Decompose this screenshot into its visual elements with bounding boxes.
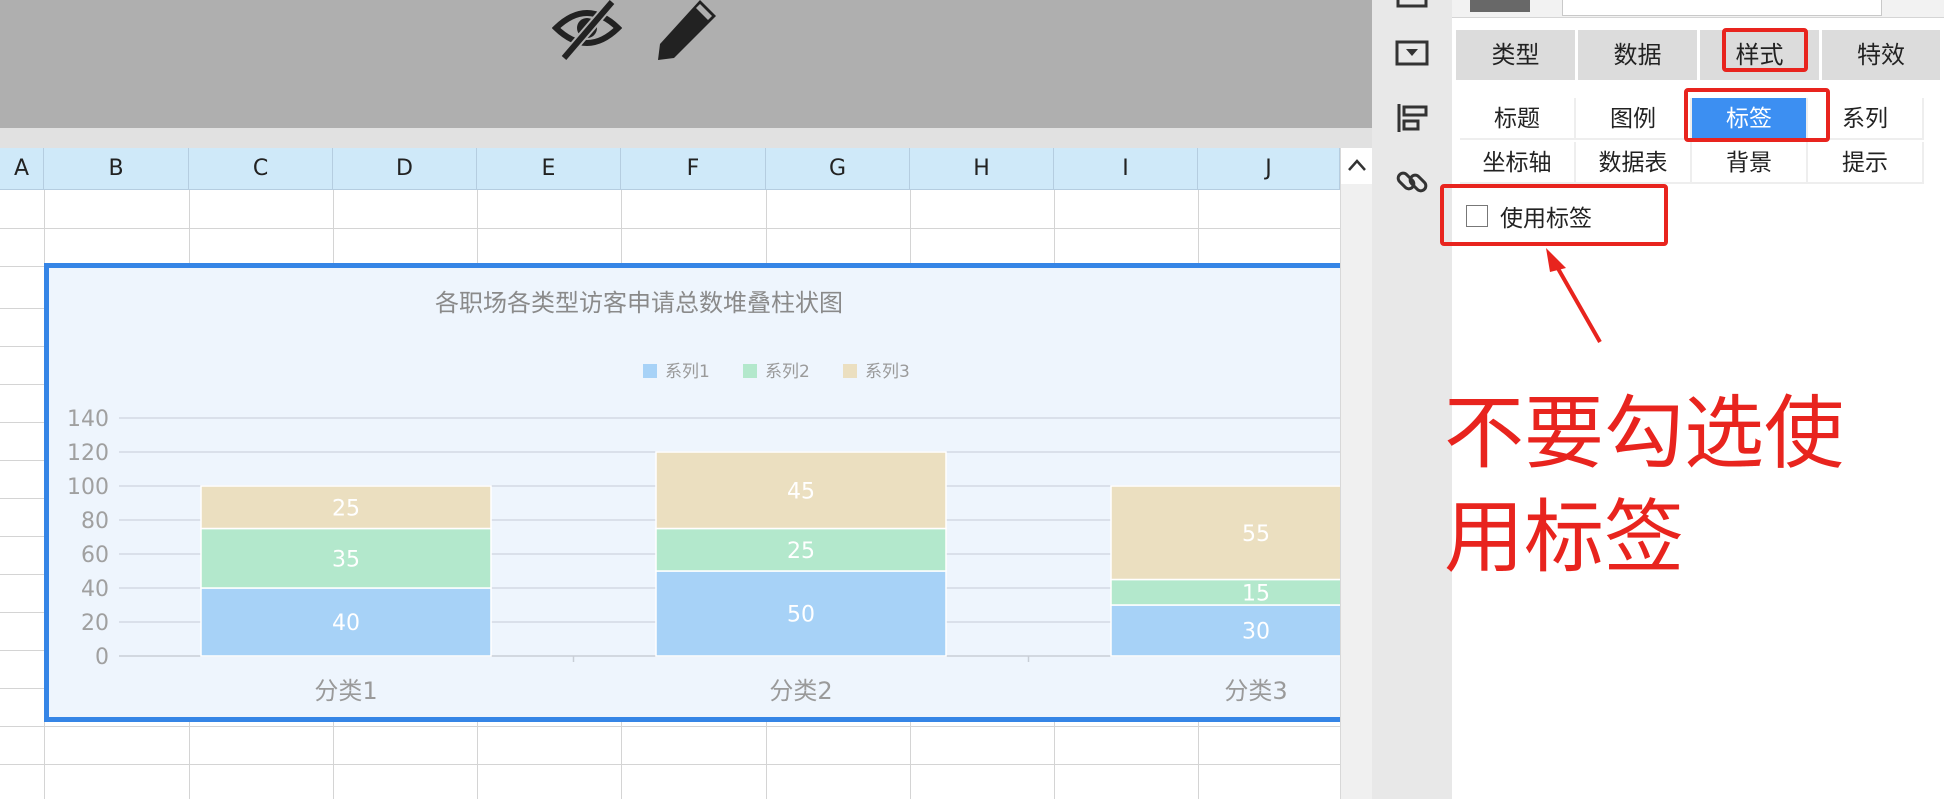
column-header[interactable]: B	[44, 148, 189, 190]
annotation-line: 用标签	[1444, 491, 1684, 584]
column-header[interactable]: I	[1054, 148, 1198, 190]
column-header[interactable]: J	[1198, 148, 1340, 190]
y-tick-label: 20	[81, 611, 109, 636]
stacked-bar-chart[interactable]: 各职场各类型访客申请总数堆叠柱状图系列1 系列2 系列3 0 20 40 60 80 100 12…	[44, 263, 1340, 722]
legend-label: 系列3	[865, 362, 910, 382]
y-tick-label: 80	[81, 509, 109, 534]
y-tick-label: 120	[67, 441, 109, 466]
column-header[interactable]: F	[621, 148, 766, 190]
frame-icon[interactable]	[1394, 0, 1430, 16]
legend-label: 系列1	[665, 362, 710, 382]
column-header[interactable]: A	[0, 148, 44, 190]
bar	[1110, 485, 1340, 581]
data-label: 25	[332, 496, 360, 521]
panel-icon-rail	[1372, 0, 1452, 799]
data-label: 45	[787, 479, 815, 504]
y-tick-label: 140	[67, 407, 109, 432]
x-tick-label: 分类1	[314, 677, 377, 705]
chart-toolbar	[0, 0, 1372, 128]
eye-slash-icon[interactable]	[551, 0, 623, 66]
column-header[interactable]: D	[333, 148, 477, 190]
chevron-up-icon	[1347, 157, 1367, 176]
data-label: 35	[332, 547, 360, 572]
highlight-label-subtab	[1684, 88, 1830, 142]
link-icon[interactable]	[1394, 164, 1430, 200]
data-label: 30	[1242, 620, 1270, 645]
annotation-text: 不要勾选使 用标签	[1444, 382, 1924, 590]
bar	[1110, 604, 1340, 657]
data-label: 40	[332, 611, 360, 636]
data-label: 55	[1242, 522, 1270, 547]
subtab-title[interactable]: 标题	[1460, 98, 1576, 140]
highlight-style-tab	[1722, 28, 1808, 72]
subtab-axis[interactable]: 坐标轴	[1460, 142, 1576, 184]
data-label: 25	[787, 539, 815, 564]
row-divider	[0, 228, 1340, 229]
pencil-icon[interactable]	[656, 0, 718, 66]
subtab-tooltip[interactable]: 提示	[1808, 142, 1924, 184]
legend-swatch	[743, 364, 757, 378]
data-label: 50	[787, 603, 815, 628]
toolbar-divider	[0, 128, 1372, 148]
annotation-line: 不要勾选使	[1444, 387, 1844, 480]
column-header[interactable]: C	[189, 148, 333, 190]
data-label: 15	[1242, 581, 1270, 606]
row-divider	[0, 726, 1340, 727]
app-window: A B C D E F G H I J 各职场各类型访客申请总数堆叠柱状图 系列…	[0, 0, 1944, 799]
bar	[1110, 578, 1340, 606]
layout-icon[interactable]	[1394, 36, 1430, 72]
y-tick-label: 60	[81, 543, 109, 568]
legend-swatch	[643, 364, 657, 378]
x-tick-label: 分类3	[1224, 677, 1287, 705]
align-icon[interactable]	[1394, 100, 1430, 136]
y-tick-label: 40	[81, 577, 109, 602]
subtab-background[interactable]: 背景	[1692, 142, 1808, 184]
subtab-legend[interactable]: 图例	[1576, 98, 1692, 140]
tab-data[interactable]: 数据	[1578, 30, 1700, 80]
legend-label: 系列2	[765, 362, 810, 382]
x-tick-label: 分类2	[769, 677, 832, 705]
y-tick-label: 0	[95, 645, 109, 670]
column-header[interactable]: H	[910, 148, 1054, 190]
panel-top-row	[1452, 0, 1944, 18]
y-tick-label: 100	[67, 475, 109, 500]
column-header[interactable]: E	[477, 148, 621, 190]
tab-effects[interactable]: 特效	[1822, 30, 1940, 80]
field-label	[1470, 0, 1530, 12]
legend-swatch	[843, 364, 857, 378]
chart-canvas: 各职场各类型访客申请总数堆叠柱状图系列1 系列2 系列3 0 20 40 60 80 100 12…	[67, 289, 1340, 705]
subtab-datatable[interactable]: 数据表	[1576, 142, 1692, 184]
vertical-scrollbar[interactable]	[1340, 148, 1373, 799]
column-header[interactable]: G	[766, 148, 910, 190]
chart-title: 各职场各类型访客申请总数堆叠柱状图	[435, 289, 843, 317]
name-field[interactable]	[1562, 0, 1882, 16]
highlight-use-label	[1440, 184, 1668, 246]
tab-type[interactable]: 类型	[1456, 30, 1578, 80]
row-divider	[0, 764, 1340, 765]
scroll-up-button[interactable]	[1341, 148, 1373, 184]
